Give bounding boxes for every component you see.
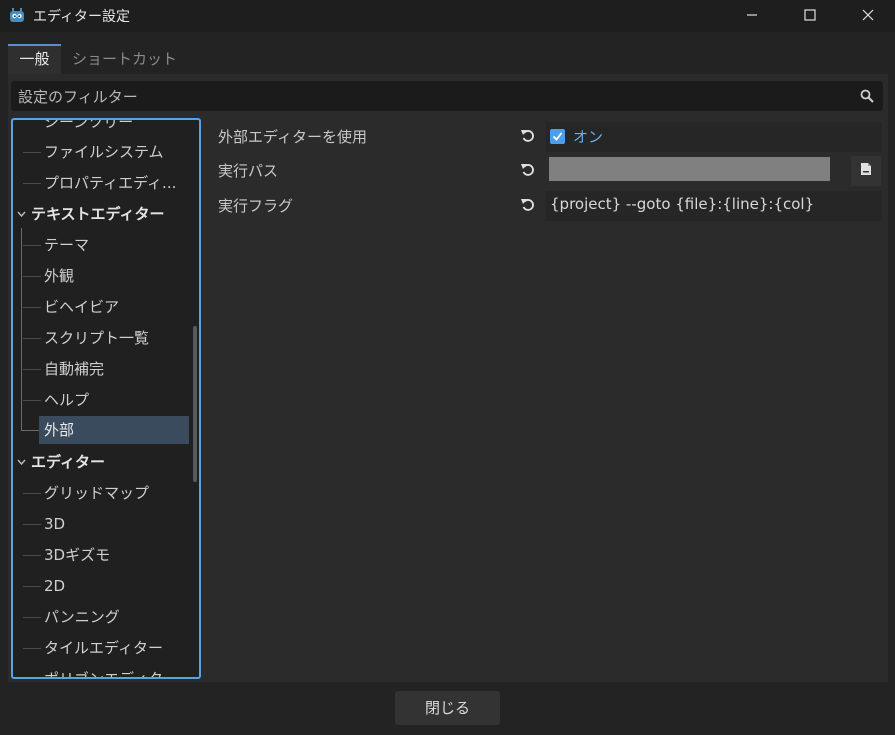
tree-connector	[23, 183, 41, 184]
use-external-editor-checkbox[interactable]	[550, 129, 565, 144]
property-label: 実行パス	[218, 162, 279, 180]
tab-shortcuts[interactable]: ショートカット	[62, 44, 187, 74]
property-row-exec-flags: 実行フラグ {project} --goto {file}:{line}:{co…	[206, 190, 888, 221]
tree-connector	[23, 307, 41, 308]
property-row-exec-path: 実行パス	[206, 155, 888, 186]
revert-icon[interactable]	[520, 162, 536, 178]
tree-item-theme[interactable]: テーマ	[44, 231, 89, 259]
tree-connector	[23, 617, 41, 618]
tree-section-editor[interactable]: エディター	[31, 448, 105, 476]
chevron-down-icon[interactable]	[16, 448, 26, 476]
tree-connector	[23, 276, 41, 277]
tree-item-3d-gizmos[interactable]: 3Dギズモ	[44, 541, 110, 569]
tree-item-2d[interactable]: 2D	[44, 572, 65, 600]
settings-category-tree[interactable]: シーンツリー ファイルシステム プロパティエディ... テキストエディター テー…	[11, 118, 201, 679]
godot-icon	[8, 7, 26, 25]
tree-item-filesystem[interactable]: ファイルシステム	[44, 138, 164, 166]
tree-connector	[23, 586, 41, 587]
filter-placeholder: 設定のフィルター	[18, 88, 138, 106]
property-label: 実行フラグ	[218, 197, 294, 215]
tree-item-help[interactable]: ヘルプ	[44, 386, 89, 414]
tree-connector	[23, 245, 41, 246]
settings-panel: 設定のフィルター シーンツリー ファイルシステム プロパティエディ... テキス…	[8, 74, 888, 682]
tree-section-text-editor[interactable]: テキストエディター	[31, 200, 165, 228]
close-window-button[interactable]	[839, 0, 895, 32]
tree-item-appearance[interactable]: 外観	[44, 262, 74, 290]
file-icon	[860, 162, 872, 180]
revert-icon[interactable]	[520, 197, 536, 213]
maximize-icon	[804, 7, 816, 25]
tree-guide-line	[21, 228, 22, 430]
tree-connector	[23, 648, 41, 649]
tree-item-property-editor[interactable]: プロパティエディ...	[44, 169, 176, 197]
tree-connector	[23, 338, 41, 339]
tree-item-behavior[interactable]: ビヘイビア	[44, 293, 119, 321]
tree-connector	[23, 524, 41, 525]
tree-scrollbar[interactable]	[193, 326, 197, 482]
tree-item-external[interactable]: 外部	[39, 416, 189, 444]
property-row-use-external-editor: 外部エディターを使用 オン	[206, 121, 888, 152]
browse-file-button[interactable]	[851, 156, 881, 186]
tree-connector	[21, 430, 39, 431]
exec-flags-value: {project} --goto {file}:{line}:{col}	[550, 195, 815, 213]
property-label: 外部エディターを使用	[218, 128, 367, 146]
maximize-button[interactable]	[781, 0, 839, 32]
tree-item-script-list[interactable]: スクリプト一覧	[44, 324, 149, 352]
properties-inspector: 外部エディターを使用 オン 実行パス 実行フラグ {project} --got…	[206, 118, 888, 679]
tree-item-polygon-editor[interactable]: ポリゴンエディター	[44, 665, 178, 677]
tab-general[interactable]: 一般	[8, 44, 61, 74]
tree-connector	[23, 152, 41, 153]
title-bar: エディター設定	[0, 0, 895, 32]
tree-item-scene-tree[interactable]: シーンツリー	[44, 120, 133, 136]
minimize-button[interactable]	[723, 0, 781, 32]
revert-icon[interactable]	[520, 128, 536, 144]
settings-filter-input[interactable]: 設定のフィルター	[11, 81, 883, 111]
chevron-down-icon[interactable]	[16, 200, 26, 228]
minimize-icon	[746, 7, 758, 25]
tree-connector	[23, 369, 41, 370]
tree-item-panning[interactable]: パンニング	[44, 603, 120, 631]
window-title: エディター設定	[33, 9, 131, 25]
tree-item-tile-editor[interactable]: タイルエディター	[44, 634, 163, 662]
close-icon	[862, 7, 874, 25]
tree-item-3d[interactable]: 3D	[44, 510, 65, 538]
close-button[interactable]: 閉じる	[395, 691, 500, 725]
exec-path-input[interactable]	[549, 157, 830, 181]
tree-connector	[23, 493, 41, 494]
search-icon	[859, 88, 875, 104]
tree-item-gridmap[interactable]: グリッドマップ	[44, 479, 149, 507]
tree-connector	[23, 400, 41, 401]
tree-connector	[23, 555, 41, 556]
tree-item-completion[interactable]: 自動補完	[44, 355, 104, 383]
editor-settings-window: 一般 ショートカット 設定のフィルター シーンツリー ファイルシステム プロパテ…	[0, 32, 895, 735]
checkbox-state-label[interactable]: オン	[573, 126, 603, 147]
